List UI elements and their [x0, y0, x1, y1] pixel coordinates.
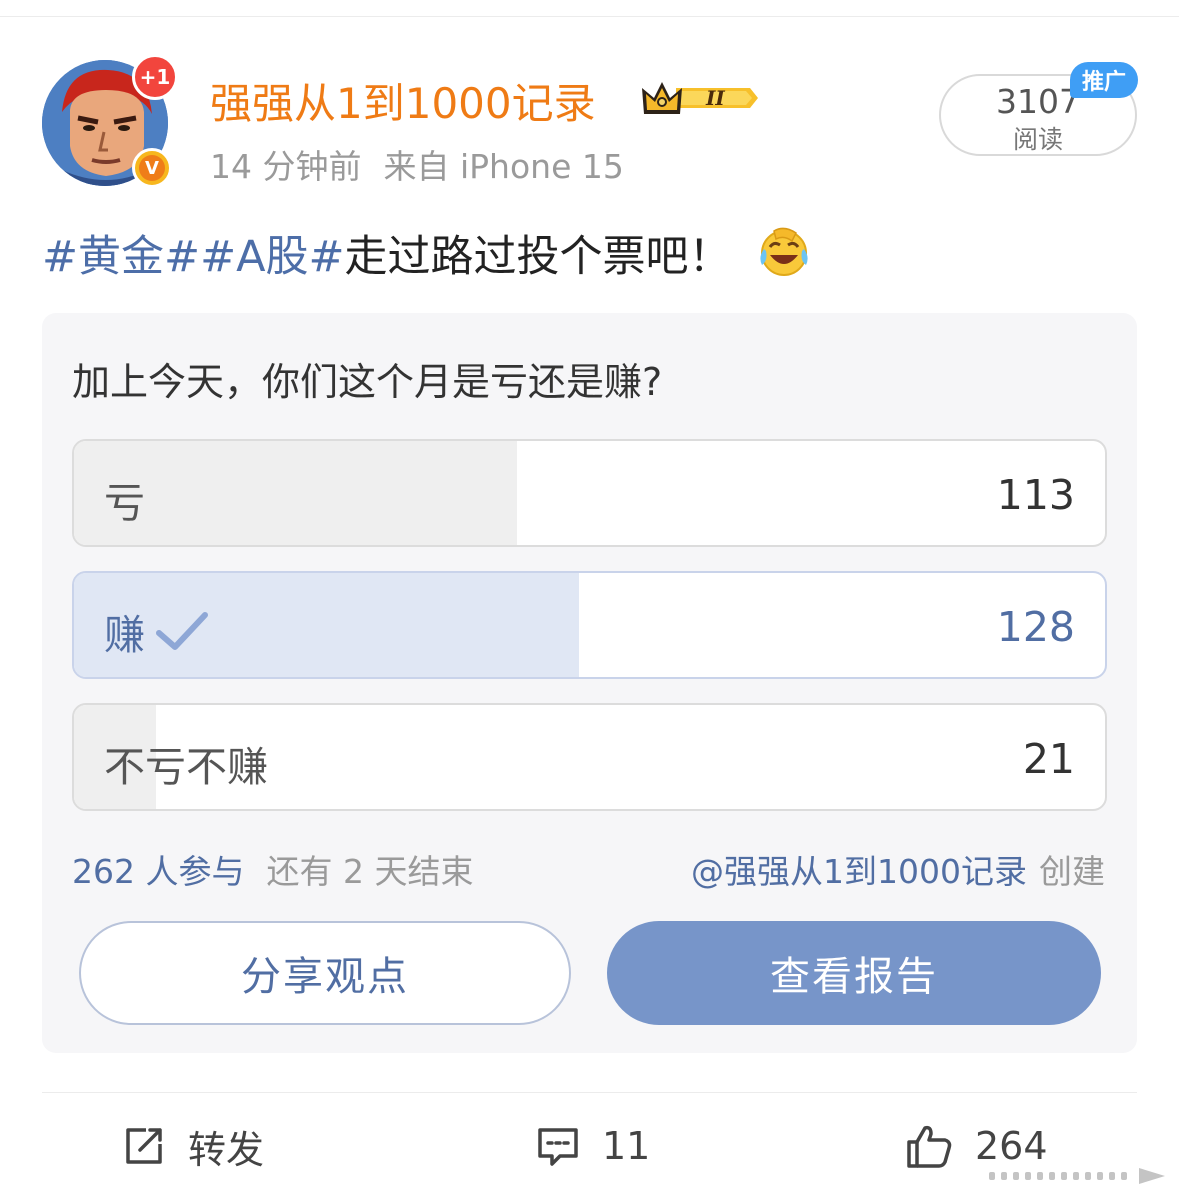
post-source: 来自 iPhone 15	[383, 147, 624, 186]
avatar[interactable]: +1 V	[42, 54, 178, 188]
check-icon	[155, 611, 209, 653]
watermark-icon	[989, 1168, 1165, 1184]
read-label: 阅读	[1012, 125, 1063, 154]
post-text: #黄金##A股#走过路过投个票吧！	[42, 222, 812, 284]
comment-icon	[538, 1128, 578, 1166]
poll-creator: @强强从1到1000记录 创建	[691, 845, 1105, 893]
post-meta: 14 分钟前 来自 iPhone 15	[210, 140, 624, 188]
verified-mark: V	[139, 155, 165, 181]
poll-option-loss[interactable]: 亏 113	[72, 439, 1107, 547]
repost-button[interactable]: 转发	[122, 1118, 264, 1174]
view-report-button[interactable]: 查看报告	[607, 921, 1101, 1025]
poll-remaining: 还有 2 天结束	[266, 852, 474, 891]
vip-crown-badge-icon[interactable]: II	[640, 74, 760, 122]
poll-participants[interactable]: 262 人参与	[72, 852, 244, 891]
promo-tag[interactable]: 推广	[1070, 62, 1138, 98]
verified-icon: V	[132, 148, 172, 188]
poll-option-profit[interactable]: 赚 128	[72, 571, 1107, 679]
poll-option-count: 128	[996, 603, 1075, 651]
poll-option-label: 赚	[104, 601, 209, 661]
like-count: 264	[975, 1124, 1048, 1168]
repost-label: 转发	[188, 1127, 265, 1172]
poll-stats: 262 人参与 还有 2 天结束	[72, 845, 473, 893]
poll-card: 加上今天，你们这个月是亏还是赚? 亏 113 赚 128 不亏不赚 21 262…	[42, 313, 1137, 1053]
comment-button[interactable]: 11	[536, 1118, 650, 1174]
share-opinion-button[interactable]: 分享观点	[79, 921, 571, 1025]
new-badge-text: +1	[139, 65, 171, 89]
post-body: 走过路过投个票吧！	[344, 232, 732, 282]
poll-created-label: 创建	[1039, 852, 1105, 891]
poll-option-count: 113	[996, 471, 1075, 519]
new-badge: +1	[132, 54, 178, 100]
username[interactable]: 强强从1到1000记录	[210, 70, 596, 131]
laughing-crying-icon	[756, 223, 812, 279]
hashtag-gold[interactable]: #黄金#	[42, 232, 200, 282]
poll-option-count: 21	[1022, 735, 1075, 783]
poll-option-label: 不亏不赚	[104, 743, 268, 791]
comment-count: 11	[602, 1124, 651, 1168]
hashtag-a-shares[interactable]: #A股#	[200, 232, 344, 282]
poll-option-label-text: 赚	[104, 611, 145, 659]
repost-icon	[126, 1128, 162, 1164]
top-divider	[0, 16, 1179, 17]
member-level-text: II	[705, 86, 725, 110]
poll-option-break-even[interactable]: 不亏不赚 21	[72, 703, 1107, 811]
poll-question: 加上今天，你们这个月是亏还是赚?	[72, 360, 663, 404]
thumbs-up-icon	[907, 1125, 952, 1168]
action-divider	[42, 1092, 1137, 1093]
poll-option-label: 亏	[104, 479, 145, 527]
poll-creator-link[interactable]: @强强从1到1000记录	[691, 852, 1027, 891]
post-time: 14 分钟前	[210, 147, 362, 186]
